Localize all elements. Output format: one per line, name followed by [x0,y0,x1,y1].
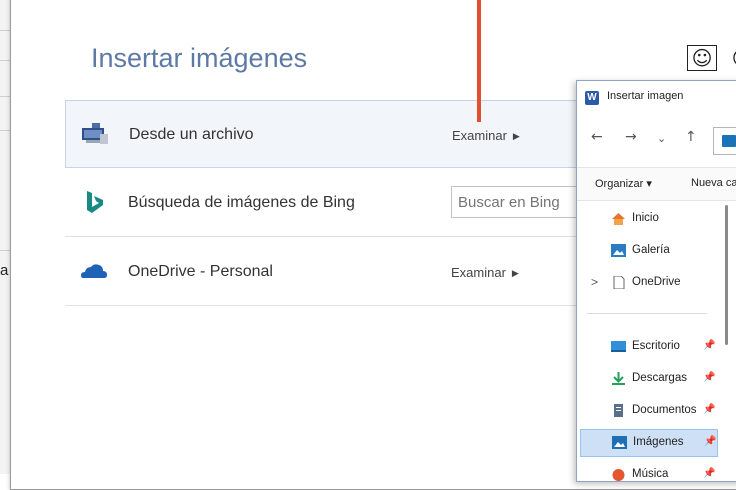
tree-item-documentos[interactable]: Documentos 📌 [577,397,736,425]
pin-icon[interactable]: 📌 [703,372,715,383]
pictures-icon [612,436,627,449]
browse-label: Examinar [451,265,506,280]
file-picker-window: W Insertar imagen ← → ⌄ ↑ Organizar ▾ Nu… [576,80,736,482]
tree-item-label: Descargas [632,372,687,384]
tree-item-escritorio[interactable]: Escritorio 📌 [577,333,736,361]
dialog-title: Insertar imágenes [91,43,308,73]
picker-title: Insertar imagen [607,90,684,102]
file-icon [613,276,625,289]
gallery-icon [611,244,626,257]
tree-item-label: Galería [632,244,670,256]
onedrive-cloud-icon [81,264,107,278]
music-icon [612,469,625,481]
pin-icon[interactable]: 📌 [704,436,716,447]
forward-arrow-icon[interactable]: → [625,129,637,145]
tree-item-label: Música [632,468,669,480]
tree-item-musica[interactable]: Música 📌 [577,461,736,489]
tree-item-galeria[interactable]: Galería [577,237,736,265]
divider [587,313,707,314]
bing-search-label: Búsqueda de imágenes de Bing [128,194,355,211]
browse-file-link[interactable]: Examinar ▶ [452,128,520,143]
tree-item-label: Inicio [632,212,659,224]
chevron-right-icon[interactable]: > [591,275,598,289]
from-file-label: Desde un archivo [129,126,254,143]
frown-icon: ☹ [732,46,736,70]
desktop-icon [611,341,626,352]
pictures-icon [722,135,736,147]
smile-icon: ☺ [691,46,713,70]
triangle-right-icon: ▶ [511,268,519,278]
tree-item-descargas[interactable]: Descargas 📌 [577,365,736,393]
background-text: a [0,262,9,279]
annotation-pointer [477,0,481,122]
tree-item-imagenes[interactable]: Imágenes 📌 [580,429,718,457]
tree-item-label: Documentos [632,404,697,416]
back-arrow-icon[interactable]: ← [591,129,603,145]
browse-onedrive-link[interactable]: Examinar ▶ [451,265,519,280]
tree-item-inicio[interactable]: Inicio [577,205,736,233]
bing-icon [87,191,103,213]
organize-menu-button[interactable]: Organizar ▾ [595,177,652,190]
address-bar[interactable] [713,127,736,155]
frown-feedback-button[interactable]: ☹ [727,45,736,71]
pin-icon[interactable]: 📌 [703,340,715,351]
documents-icon [614,404,623,417]
tree-item-label: Imágenes [633,436,684,448]
new-folder-button[interactable]: Nueva ca [691,177,736,189]
onedrive-label: OneDrive - Personal [128,263,273,280]
browse-label: Examinar [452,128,507,143]
download-icon [612,372,625,385]
tree-item-label: Escritorio [632,340,680,352]
smile-feedback-button[interactable]: ☺ [687,45,717,71]
up-arrow-icon[interactable]: ↑ [685,129,697,145]
navigation-bar: ← → ⌄ ↑ [577,123,736,159]
chevron-down-icon[interactable]: ⌄ [657,132,666,145]
tree-item-label: OneDrive [632,276,681,288]
computer-icon [82,123,108,144]
triangle-right-icon: ▶ [512,131,520,141]
home-icon [612,213,625,225]
picker-toolbar: Organizar ▾ Nueva ca [577,167,736,201]
tree-item-onedrive[interactable]: > OneDrive [577,269,736,297]
pin-icon[interactable]: 📌 [703,404,715,415]
picker-titlebar: W Insertar imagen [577,81,736,113]
word-icon: W [585,91,599,105]
